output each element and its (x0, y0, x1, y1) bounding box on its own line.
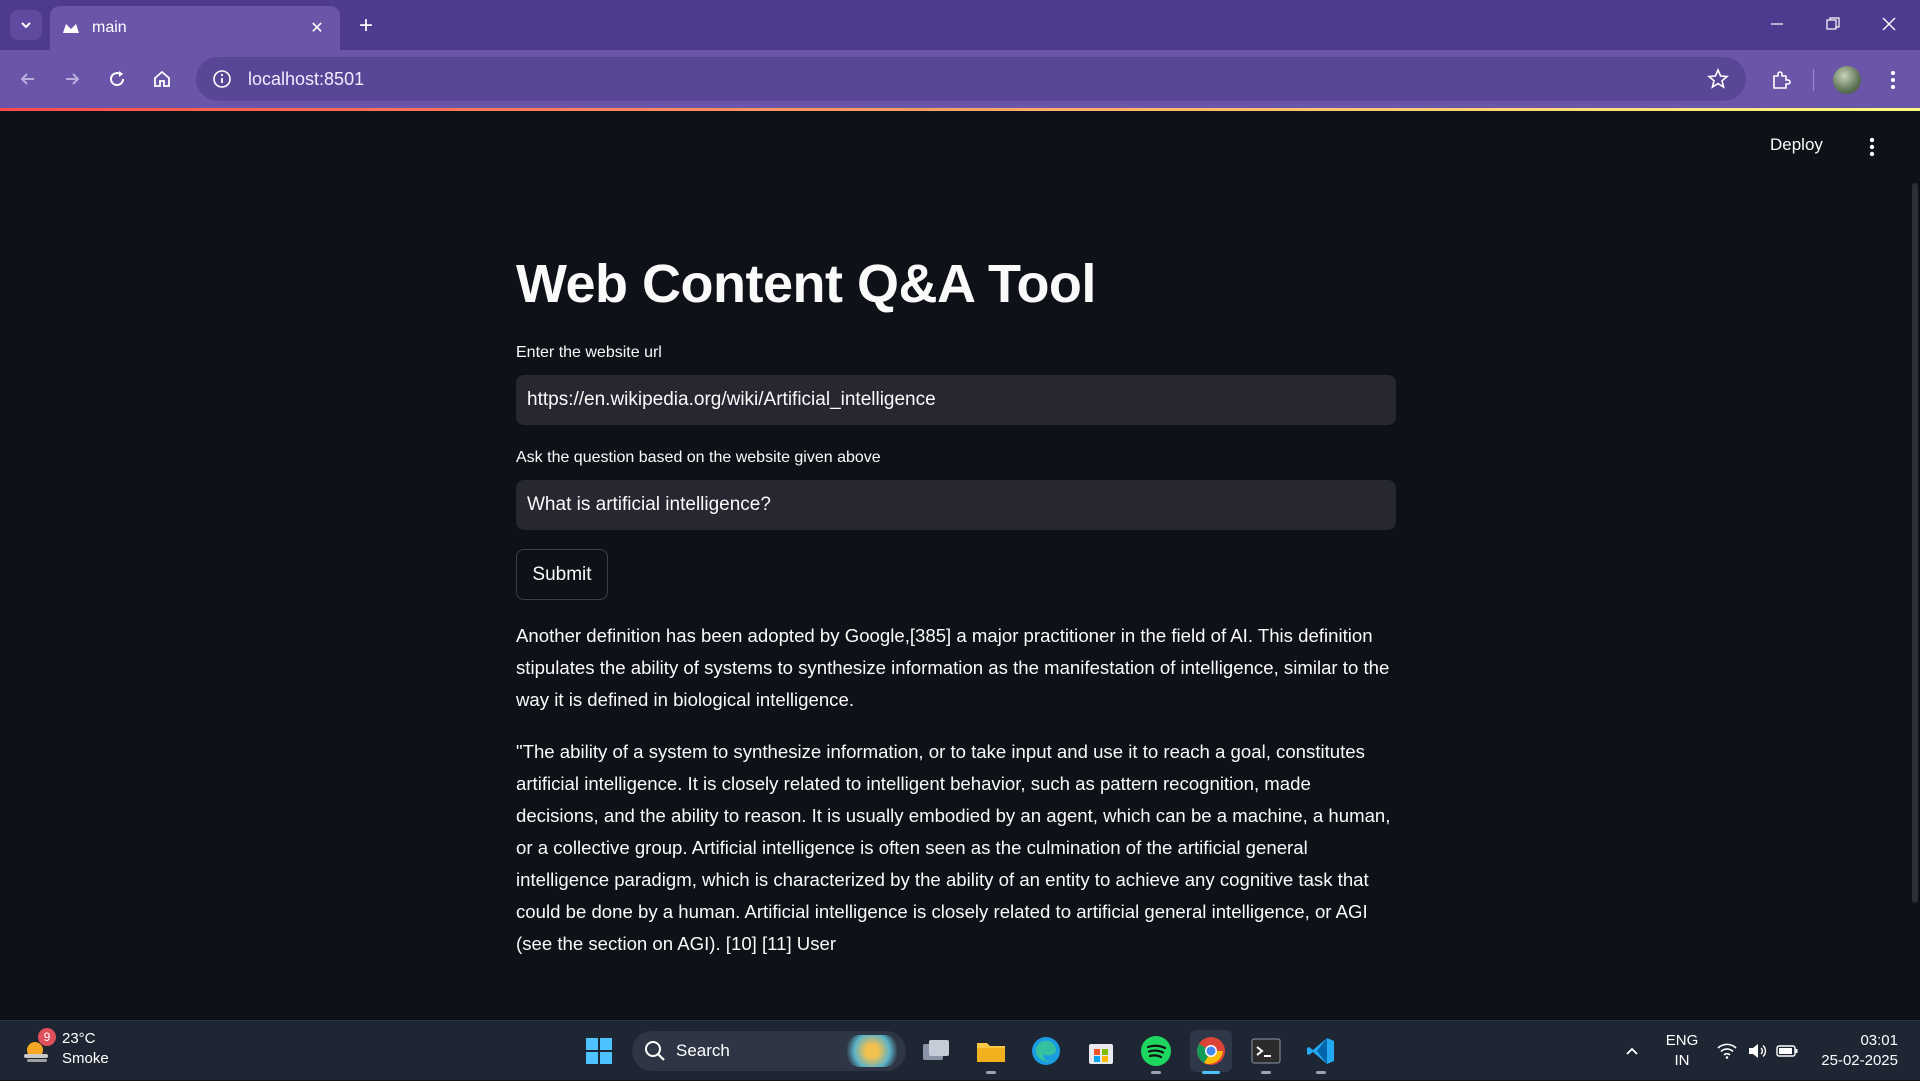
browser-menu-icon[interactable] (1876, 63, 1910, 97)
submit-button[interactable]: Submit (516, 549, 608, 600)
close-tab-icon[interactable]: ✕ (306, 17, 328, 39)
app-menu-icon[interactable] (1862, 133, 1882, 161)
extensions-icon[interactable] (1764, 63, 1798, 97)
weather-condition: Smoke (62, 1050, 109, 1067)
browser-tab[interactable]: main ✕ (50, 6, 340, 50)
weather-temp: 23°C (62, 1030, 96, 1047)
running-indicator (1316, 1071, 1326, 1074)
volume-icon[interactable] (1744, 1021, 1770, 1081)
chrome-icon[interactable] (1190, 1030, 1232, 1074)
edge-icon[interactable] (1025, 1030, 1067, 1072)
taskbar: 9 23°C Smoke Search ENG IN 03:01 25-02-2… (0, 1020, 1920, 1080)
close-window-icon[interactable] (1866, 8, 1912, 40)
tab-title: main (92, 19, 127, 36)
show-hidden-icons-icon[interactable] (1618, 1021, 1646, 1081)
taskbar-search[interactable]: Search (632, 1031, 906, 1071)
windows-icon (586, 1038, 612, 1064)
forward-icon[interactable] (56, 63, 88, 95)
restore-icon[interactable] (1810, 8, 1856, 40)
running-indicator (1261, 1071, 1271, 1074)
search-icon (645, 1041, 665, 1061)
profile-avatar[interactable] (1830, 63, 1864, 97)
clock-date: 25-02-2025 (1821, 1052, 1898, 1069)
vscode-icon[interactable] (1300, 1030, 1342, 1074)
deploy-button[interactable]: Deploy (1770, 135, 1823, 155)
language-indicator[interactable]: ENG IN (1664, 1031, 1700, 1071)
microsoft-store-icon[interactable] (1080, 1030, 1122, 1072)
system-clock[interactable]: 03:01 25-02-2025 (1812, 1031, 1898, 1071)
language-region: IN (1674, 1052, 1690, 1069)
weather-widget[interactable]: 9 23°C Smoke (20, 1028, 109, 1069)
spotify-icon[interactable] (1135, 1030, 1177, 1074)
start-button[interactable] (578, 1030, 620, 1072)
running-indicator (986, 1071, 996, 1074)
home-icon[interactable] (146, 63, 178, 95)
streamlit-app: Deploy Web Content Q&A Tool Enter the we… (0, 111, 1920, 1020)
clock-time: 03:01 (1860, 1032, 1898, 1049)
answer-paragraph: "The ability of a system to synthesize i… (516, 741, 1391, 954)
browser-toolbar: localhost:8501 (0, 50, 1920, 108)
running-indicator (1151, 1071, 1161, 1074)
toolbar-separator (1813, 69, 1814, 91)
wifi-icon[interactable] (1714, 1021, 1740, 1081)
url-field-label: Enter the website url (516, 344, 662, 361)
new-tab-icon[interactable]: + (352, 12, 380, 40)
answer-paragraph: Another definition has been adopted by G… (516, 625, 1390, 710)
page-scrollbar[interactable] (1912, 183, 1918, 903)
url-input[interactable] (516, 375, 1396, 425)
weather-sun-icon: 9 (20, 1028, 56, 1066)
file-explorer-icon[interactable] (970, 1030, 1012, 1074)
url-text: localhost:8501 (248, 68, 365, 89)
streamlit-favicon-icon (62, 19, 80, 37)
address-bar[interactable]: localhost:8501 (196, 57, 1746, 101)
minimize-icon[interactable] (1754, 8, 1800, 40)
question-input[interactable] (516, 480, 1396, 530)
search-placeholder: Search (676, 1041, 730, 1060)
battery-icon[interactable] (1774, 1021, 1800, 1081)
task-view-icon[interactable] (915, 1030, 957, 1072)
chevron-down-icon (21, 22, 31, 29)
tab-search-button[interactable] (10, 10, 42, 40)
page-title: Web Content Q&A Tool (516, 254, 1096, 314)
avatar (1833, 66, 1861, 94)
browser-tab-strip: main ✕ + (0, 0, 1920, 50)
search-highlight-icon (844, 1035, 900, 1067)
bookmark-star-icon[interactable] (1706, 67, 1730, 91)
back-icon[interactable] (12, 63, 44, 95)
language-code: ENG (1665, 1032, 1699, 1049)
reload-icon[interactable] (101, 63, 133, 95)
running-indicator (1202, 1071, 1220, 1074)
question-field-label: Ask the question based on the website gi… (516, 449, 881, 466)
site-info-icon[interactable] (212, 69, 232, 89)
weather-badge: 9 (38, 1028, 56, 1046)
terminal-icon[interactable] (1245, 1030, 1287, 1074)
